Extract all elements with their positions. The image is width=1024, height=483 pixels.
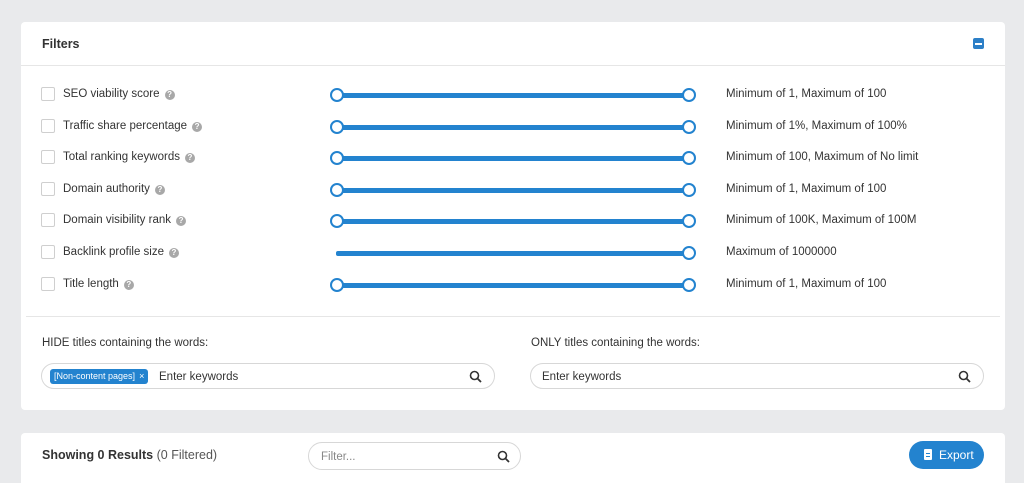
slider-min-handle[interactable] <box>330 214 344 228</box>
filter-label-text: Domain authority <box>63 183 150 195</box>
export-label: Export <box>939 448 974 462</box>
filters-panel: Filters SEO viability score? Minimum of 1… <box>21 22 1005 410</box>
filter-label-text: Traffic share percentage <box>63 120 188 132</box>
filter-row: Total ranking keywords? Minimum of 100, M… <box>21 148 1005 168</box>
range-slider[interactable] <box>330 150 696 166</box>
only-words-input[interactable] <box>542 368 942 385</box>
filter-label-text: Domain visibility rank <box>63 214 172 226</box>
collapse-icon[interactable] <box>973 38 984 49</box>
results-panel: Showing 0 Results (0 Filtered) Export <box>21 433 1005 483</box>
filter-checkbox[interactable] <box>41 87 55 101</box>
range-slider[interactable] <box>330 119 696 135</box>
slider-min-handle[interactable] <box>330 151 344 165</box>
filter-label: Domain visibility rank? <box>63 214 187 226</box>
search-icon[interactable] <box>497 450 510 463</box>
help-icon[interactable]: ? <box>184 153 195 163</box>
filters-title: Filters <box>42 37 80 51</box>
filter-row: Domain visibility rank? Minimum of 100K, … <box>21 211 1005 231</box>
slider-min-handle[interactable] <box>330 278 344 292</box>
help-icon[interactable]: ? <box>123 280 134 290</box>
search-icon[interactable] <box>469 370 482 383</box>
filter-checkbox[interactable] <box>41 277 55 291</box>
range-text: Maximum of 1000000 <box>726 246 837 258</box>
hide-words-input[interactable] <box>159 368 459 385</box>
slider-max-handle[interactable] <box>682 278 696 292</box>
range-slider[interactable] <box>330 182 696 198</box>
hide-words-field[interactable]: [Non-content pages] × <box>41 363 495 389</box>
slider-max-handle[interactable] <box>682 151 696 165</box>
filters-header: Filters <box>21 22 1005 66</box>
range-text: Minimum of 100K, Maximum of 100M <box>726 214 917 226</box>
range-text: Minimum of 1, Maximum of 100 <box>726 278 887 290</box>
slider-track <box>336 156 690 161</box>
range-slider[interactable] <box>330 213 696 229</box>
filter-checkbox[interactable] <box>41 150 55 164</box>
slider-max-handle[interactable] <box>682 88 696 102</box>
slider-track <box>336 125 690 130</box>
filter-label: SEO viability score? <box>63 88 175 100</box>
tag-remove-icon[interactable]: × <box>139 371 144 381</box>
results-filter-input[interactable] <box>321 449 481 465</box>
results-filter-field[interactable] <box>308 442 521 470</box>
slider-track <box>336 283 690 288</box>
filter-checkbox[interactable] <box>41 182 55 196</box>
filter-label: Traffic share percentage? <box>63 120 203 132</box>
hide-words-label: HIDE titles containing the words: <box>42 337 209 349</box>
slider-max-handle[interactable] <box>682 120 696 134</box>
only-words-field[interactable] <box>530 363 984 389</box>
filter-checkbox[interactable] <box>41 213 55 227</box>
slider-track <box>336 188 690 193</box>
filter-label: Total ranking keywords? <box>63 151 195 163</box>
slider-max-handle[interactable] <box>682 246 696 260</box>
slider-min-handle[interactable] <box>330 183 344 197</box>
filter-row: SEO viability score? Minimum of 1, Maximu… <box>21 85 1005 105</box>
only-words-label: ONLY titles containing the words: <box>531 337 700 349</box>
range-text: Minimum of 1, Maximum of 100 <box>726 88 887 100</box>
export-button[interactable]: Export <box>909 441 984 469</box>
filter-row: Domain authority? Minimum of 1, Maximum o… <box>21 180 1005 200</box>
results-summary: Showing 0 Results (0 Filtered) <box>42 448 217 462</box>
keyword-tag: [Non-content pages] × <box>50 369 149 384</box>
filter-label-text: Backlink profile size <box>63 246 164 258</box>
slider-track <box>336 219 690 224</box>
filter-checkbox[interactable] <box>41 245 55 259</box>
slider-max-handle[interactable] <box>682 214 696 228</box>
divider <box>26 316 1000 317</box>
help-icon[interactable]: ? <box>164 90 175 100</box>
filter-label-text: SEO viability score <box>63 88 160 100</box>
range-text: Minimum of 1%, Maximum of 100% <box>726 120 907 132</box>
filter-label-text: Total ranking keywords <box>63 151 180 163</box>
range-slider[interactable] <box>330 245 696 261</box>
results-count: Showing 0 Results <box>42 448 154 462</box>
filter-row: Traffic share percentage? Minimum of 1%, … <box>21 117 1005 137</box>
filter-row: Title length? Minimum of 1, Maximum of 10… <box>21 275 1005 295</box>
filtered-count: (0 Filtered) <box>156 448 218 462</box>
filter-label: Backlink profile size? <box>63 246 179 258</box>
search-icon[interactable] <box>958 370 971 383</box>
slider-min-handle[interactable] <box>330 88 344 102</box>
filter-checkbox[interactable] <box>41 119 55 133</box>
help-icon[interactable]: ? <box>168 248 179 258</box>
slider-max-handle[interactable] <box>682 183 696 197</box>
help-icon[interactable]: ? <box>192 122 203 132</box>
help-icon[interactable]: ? <box>154 185 165 195</box>
range-text: Minimum of 1, Maximum of 100 <box>726 183 887 195</box>
filter-row: Backlink profile size? Maximum of 1000000 <box>21 243 1005 263</box>
filter-label: Domain authority? <box>63 183 165 195</box>
range-slider[interactable] <box>330 277 696 293</box>
slider-track <box>336 93 690 98</box>
slider-track <box>336 251 690 256</box>
range-text: Minimum of 100, Maximum of No limit <box>726 151 919 163</box>
filter-label: Title length? <box>63 278 134 290</box>
filter-label-text: Title length <box>63 278 119 290</box>
document-icon <box>924 449 932 460</box>
slider-min-handle[interactable] <box>330 120 344 134</box>
help-icon[interactable]: ? <box>176 216 187 226</box>
range-slider[interactable] <box>330 87 696 103</box>
